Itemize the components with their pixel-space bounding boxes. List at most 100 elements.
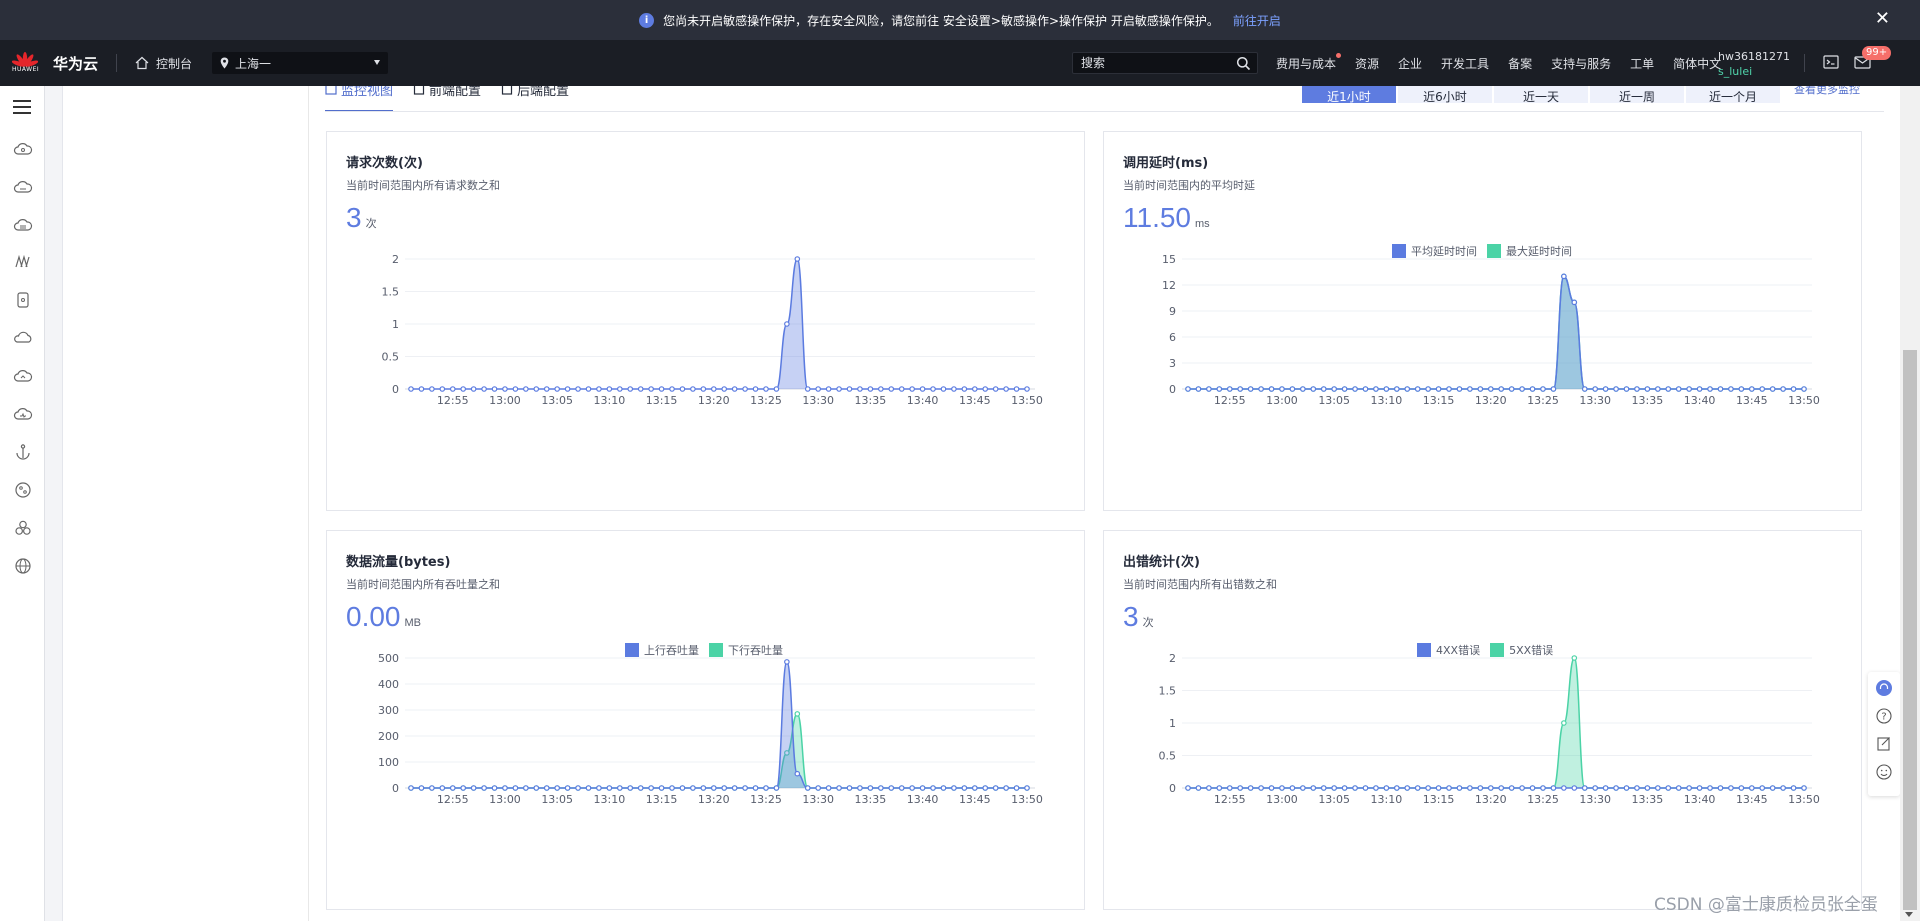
customer-service-icon[interactable]: [1876, 680, 1892, 696]
scrollbar-thumb[interactable]: [1903, 350, 1917, 910]
nav-link-dev-tools[interactable]: 开发工具: [1441, 55, 1489, 72]
search-icon[interactable]: [1236, 56, 1251, 71]
range-1h[interactable]: 近1小时: [1302, 86, 1396, 103]
anchor-icon[interactable]: [13, 442, 33, 462]
network-icon[interactable]: [13, 252, 33, 272]
language-selector[interactable]: 简体中文: [1673, 55, 1721, 72]
console-link[interactable]: 控制台: [135, 55, 192, 72]
y-tick-label: 300: [378, 704, 399, 717]
region-selector[interactable]: 上海一: [212, 52, 389, 74]
huawei-logo[interactable]: HUAWEI 华为云: [12, 50, 98, 76]
traffic-chart[interactable]: 0 100 200 300 400 500 12:55 13:00 13:05 13:10 13:1…: [327, 641, 1086, 906]
data-point: [1696, 386, 1703, 392]
x-tick-label: 13:20: [698, 394, 730, 407]
nav-link-billing[interactable]: 费用与成本: [1276, 52, 1342, 72]
floating-toolbar: ?: [1868, 672, 1900, 796]
data-point: [1446, 386, 1452, 392]
data-point: [449, 785, 456, 791]
service-sidebar: [63, 86, 309, 921]
x-tick-label: 13:15: [646, 394, 678, 407]
x-tick-label: 13:40: [907, 793, 939, 806]
data-point: [523, 785, 529, 791]
message-count-badge: 99+: [1862, 46, 1892, 60]
tab-monitor-view[interactable]: 监控视图: [325, 86, 394, 112]
feedback-icon[interactable]: [1876, 736, 1892, 752]
data-point: [1425, 386, 1431, 392]
data-point: [878, 386, 884, 392]
nav-link-filing[interactable]: 备案: [1508, 55, 1532, 72]
range-1m[interactable]: 近一个月: [1686, 86, 1780, 103]
help-icon[interactable]: ?: [1876, 708, 1892, 724]
data-point: [1331, 785, 1337, 791]
data-point: [1707, 386, 1713, 392]
data-point: [1487, 386, 1494, 392]
close-icon[interactable]: ✕: [1875, 10, 1890, 28]
data-point: [1258, 386, 1264, 392]
range-1d[interactable]: 近一天: [1494, 86, 1588, 103]
cloud-app-icon[interactable]: [13, 328, 33, 348]
data-point: [930, 386, 936, 392]
view-more-monitoring-link[interactable]: 查看更多监控: [1794, 86, 1860, 98]
cloud-compute-icon[interactable]: [13, 177, 33, 197]
nav-link-enterprise[interactable]: 企业: [1398, 55, 1422, 72]
x-tick-label: 13:40: [1684, 394, 1716, 407]
scroll-down-icon[interactable]: [1905, 912, 1913, 917]
tab-backend-config[interactable]: 后端配置: [501, 86, 569, 112]
data-point: [1373, 386, 1379, 392]
data-point: [1550, 785, 1557, 791]
data-point: [1540, 386, 1546, 392]
enable-protection-link[interactable]: 前往开启: [1233, 12, 1281, 29]
globe-icon[interactable]: [13, 556, 33, 576]
cloud-service-icon[interactable]: [13, 139, 33, 159]
data-point: [1581, 386, 1588, 392]
cloud-security-icon[interactable]: [13, 366, 33, 386]
data-point: [1320, 785, 1327, 791]
user-menu[interactable]: hw36181271 s_lulei: [1718, 49, 1790, 79]
data-point: [836, 785, 842, 791]
nav-link-resources[interactable]: 资源: [1355, 55, 1379, 72]
x-tick-label: 13:30: [802, 793, 834, 806]
database-icon[interactable]: [13, 290, 33, 310]
data-point: [1728, 386, 1734, 392]
data-point: [1561, 785, 1567, 791]
data-point: [408, 785, 414, 791]
tab-frontend-config[interactable]: 前端配置: [413, 86, 481, 112]
cloud-shell-icon[interactable]: [1823, 54, 1839, 70]
satisfaction-icon[interactable]: [1876, 764, 1892, 780]
nav-link-support[interactable]: 支持与服务: [1551, 55, 1611, 72]
data-point: [1013, 785, 1020, 791]
search-input[interactable]: [1081, 56, 1231, 70]
ai-service-icon[interactable]: [13, 480, 33, 500]
x-tick-label: 13:30: [1579, 394, 1611, 407]
cluster-icon[interactable]: [13, 518, 33, 538]
x-tick-label: 13:45: [959, 394, 991, 407]
global-search[interactable]: [1072, 52, 1258, 74]
data-point: [878, 785, 884, 791]
cloud-storage-icon[interactable]: [13, 215, 33, 235]
menu-icon[interactable]: [13, 100, 31, 114]
document-icon: [413, 86, 425, 95]
data-point: [470, 386, 477, 392]
page-scrollbar[interactable]: [1900, 86, 1920, 921]
data-point: [439, 785, 446, 791]
nav-link-tickets[interactable]: 工单: [1630, 55, 1654, 72]
range-6h[interactable]: 近6小时: [1398, 86, 1492, 103]
error-count-chart[interactable]: 0 0.5 1 1.5 2 12:55 13:00 13:05 13:10 13:15 13:20 1…: [1104, 641, 1863, 906]
data-point: [1206, 386, 1212, 392]
latency-chart[interactable]: 0 3 6 9 12 15 12:55 13:00 13:05 13:10 13:15 13:20 13…: [1104, 242, 1863, 507]
y-tick-label: 0: [392, 383, 399, 396]
x-tick-label: 13:10: [594, 793, 626, 806]
x-tick-label: 12:55: [437, 394, 469, 407]
cloud-monitor-icon[interactable]: [13, 404, 33, 424]
range-1w[interactable]: 近一周: [1590, 86, 1684, 103]
card-title: 调用延时(ms): [1123, 156, 1209, 171]
security-warning-banner: i 您尚未开启敏感操作保护，存在安全风险，请您前往 安全设置>敏感操作>操作保护…: [0, 0, 1920, 40]
sidebar-collapse-strip[interactable]: [45, 86, 63, 921]
request-count-chart[interactable]: 0 0.5 1 1.5 2 12:55 13:00 13:05 13:10 13:15 13:20 1…: [327, 242, 1086, 507]
svg-text:?: ?: [1881, 712, 1886, 723]
data-point: [1717, 785, 1724, 791]
data-point: [1258, 785, 1264, 791]
series-area: [1188, 276, 1804, 389]
user-name: s_lulei: [1718, 65, 1753, 78]
x-tick-label: 13:35: [1632, 793, 1664, 806]
